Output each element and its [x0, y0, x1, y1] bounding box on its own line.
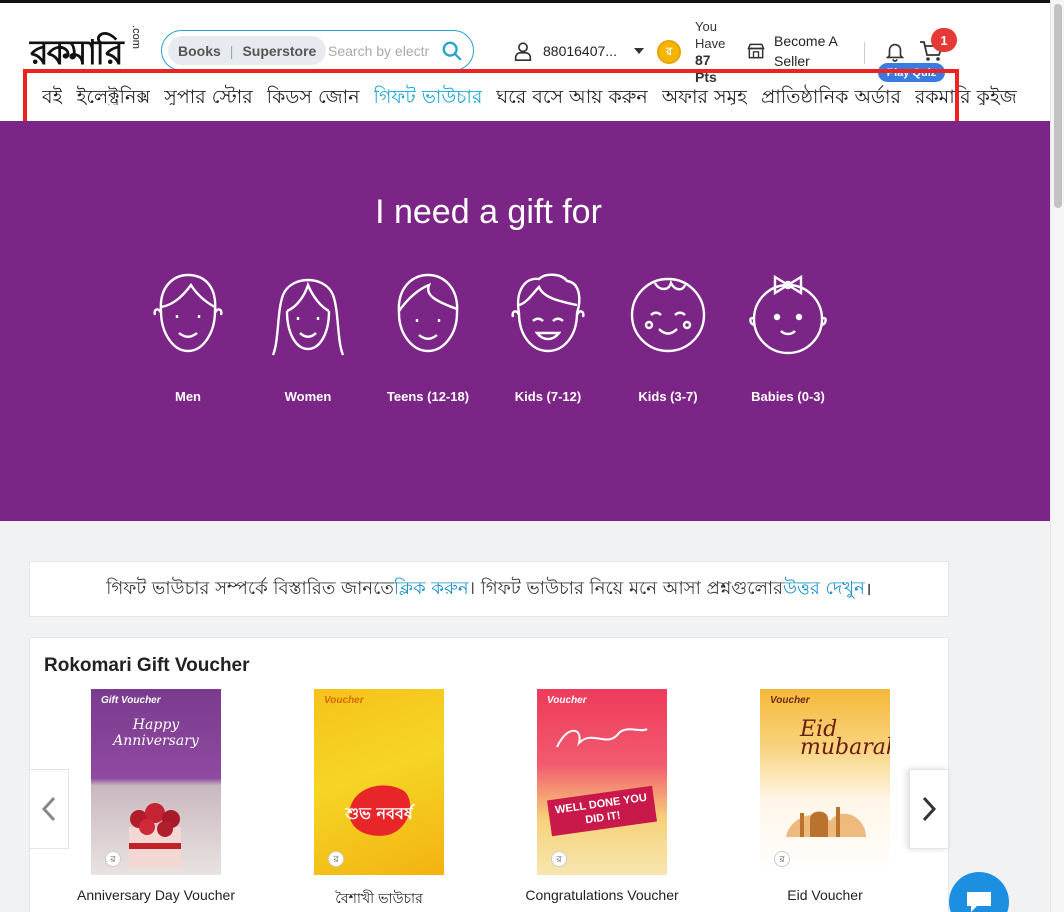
category-label: Kids (3-7) — [638, 389, 698, 404]
hero-title: I need a gift for — [375, 193, 602, 231]
rokomari-mini-logo: র — [774, 851, 790, 867]
voucher-tag: Voucher — [547, 695, 587, 706]
voucher-card-congratulations[interactable]: Voucher WELL DONE YOU DID IT! র Congratu… — [492, 689, 712, 903]
congratulations-script-icon — [556, 728, 648, 748]
rokomari-mini-logo: র — [105, 851, 121, 867]
category-label: Women — [284, 389, 332, 404]
voucher-carousel-panel: Rokomari Gift Voucher Gift Voucher Happy… — [29, 637, 949, 912]
logo-suffix: .com — [130, 25, 143, 49]
coin-icon: র — [657, 40, 681, 64]
scrollbar-thumb[interactable] — [1054, 4, 1062, 208]
points-line1: You — [695, 19, 717, 34]
category-men[interactable]: Men — [128, 271, 248, 404]
user-phone: 88016407... — [543, 43, 617, 59]
header-divider — [864, 42, 865, 64]
search-scope-tabs: Books | Superstore — [168, 36, 327, 65]
voucher-image: Voucher WELL DONE YOU DID IT! র — [537, 689, 667, 875]
voucher-image: Voucher Eid mubarak র — [760, 689, 890, 875]
faq-link[interactable]: উত্তর দেখুন — [783, 574, 865, 605]
man-face-icon — [153, 273, 223, 353]
category-women[interactable]: Women — [248, 271, 368, 404]
voucher-card-boishakhi[interactable]: Voucher শুভ নববর্ষ র বৈশাখী ভাউচার — [269, 689, 489, 911]
site-header: রকমারি .com Books | Superstore 88016407.… — [0, 0, 1050, 137]
voucher-card-eid[interactable]: Voucher Eid mubarak র Eid Voucher — [715, 689, 935, 903]
carousel-prev-button[interactable] — [29, 769, 69, 849]
category-label: Kids (7-12) — [514, 389, 582, 404]
voucher-section-title: Rokomari Gift Voucher — [44, 655, 250, 676]
user-account-menu[interactable]: 88016407... — [512, 40, 644, 62]
rokomari-mini-logo: র — [551, 851, 567, 867]
rose-bouquet-icon — [129, 803, 181, 867]
store-icon — [747, 43, 765, 59]
bell-icon[interactable] — [884, 39, 906, 63]
points-value: 87 — [695, 52, 711, 68]
user-icon — [514, 42, 532, 61]
search-bar: Books | Superstore — [161, 30, 474, 71]
seller-line2: Seller — [774, 53, 810, 69]
chevron-down-icon — [633, 48, 644, 54]
info-text-1: গিফট ভাউচার সম্পর্কে বিস্তারিত জানতে — [106, 577, 394, 599]
category-babies[interactable]: Babies (0-3) — [728, 271, 848, 404]
woman-face-icon — [271, 278, 345, 356]
voucher-tag: Gift Voucher — [101, 695, 161, 706]
details-link[interactable]: ক্লিক করুন — [394, 574, 469, 605]
category-kids-7-12[interactable]: Kids (7-12) — [488, 271, 608, 404]
become-seller-link[interactable]: Become A Seller — [746, 31, 838, 71]
search-tab-separator: | — [229, 42, 234, 59]
voucher-art-text: Happy Anniversary — [113, 717, 199, 749]
search-tab-superstore[interactable]: Superstore — [242, 43, 316, 59]
info-text-3: । — [864, 579, 872, 600]
chevron-right-icon — [922, 796, 937, 822]
gift-category-hero: I need a gift for Men Women Teens (12-18… — [0, 121, 1050, 521]
search-icon[interactable] — [441, 40, 463, 62]
chat-bubble-icon — [967, 892, 991, 912]
voucher-info-strip: গিফট ভাউচার সম্পর্কে বিস্তারিত জানতে ক্ল… — [29, 561, 949, 617]
rokomari-logo[interactable]: রকমারি .com — [30, 25, 150, 73]
category-kids-3-7[interactable]: Kids (3-7) — [608, 271, 728, 404]
voucher-art-text: শুভ নববর্ষ — [345, 804, 413, 823]
info-text-2: । গিফট ভাউচার নিয়ে মনে আসা প্রশ্নগুলোর — [468, 577, 784, 599]
rokomari-mini-logo: র — [328, 851, 344, 867]
voucher-art-text: Eid mubarak — [800, 717, 890, 760]
mosque-icon — [786, 807, 866, 837]
category-teens[interactable]: Teens (12-18) — [368, 271, 488, 404]
points-line2: Have — [695, 36, 726, 51]
voucher-art-text: WELL DONE YOU DID IT! — [547, 785, 657, 837]
seller-line1: Become A — [774, 33, 838, 49]
category-label: Men — [175, 389, 201, 404]
voucher-image: Voucher শুভ নববর্ষ র — [314, 689, 444, 875]
page-scrollbar[interactable] — [1050, 0, 1064, 912]
teen-face-icon — [397, 273, 459, 353]
kid-face-icon — [511, 273, 585, 353]
voucher-tag: Voucher — [324, 695, 364, 706]
category-label: Teens (12-18) — [386, 389, 470, 404]
voucher-card-anniversary[interactable]: Gift Voucher Happy Anniversary র Anniver… — [46, 689, 266, 903]
voucher-image: Gift Voucher Happy Anniversary র — [91, 689, 221, 875]
chat-support-button[interactable] — [949, 872, 1009, 912]
voucher-label: বৈশাখী ভাউচার — [335, 890, 423, 906]
voucher-label: Anniversary Day Voucher — [77, 887, 235, 903]
child-face-icon — [630, 277, 706, 353]
baby-face-icon — [749, 274, 827, 355]
chevron-left-icon — [41, 796, 56, 822]
voucher-tag: Voucher — [770, 695, 810, 706]
voucher-label: Congratulations Voucher — [525, 887, 679, 903]
voucher-label: Eid Voucher — [787, 887, 863, 903]
cart-count-badge: 1 — [931, 28, 957, 52]
category-label: Babies (0-3) — [751, 389, 825, 404]
search-tab-books[interactable]: Books — [178, 43, 221, 59]
search-input[interactable] — [328, 40, 430, 62]
carousel-next-button[interactable] — [909, 769, 949, 849]
